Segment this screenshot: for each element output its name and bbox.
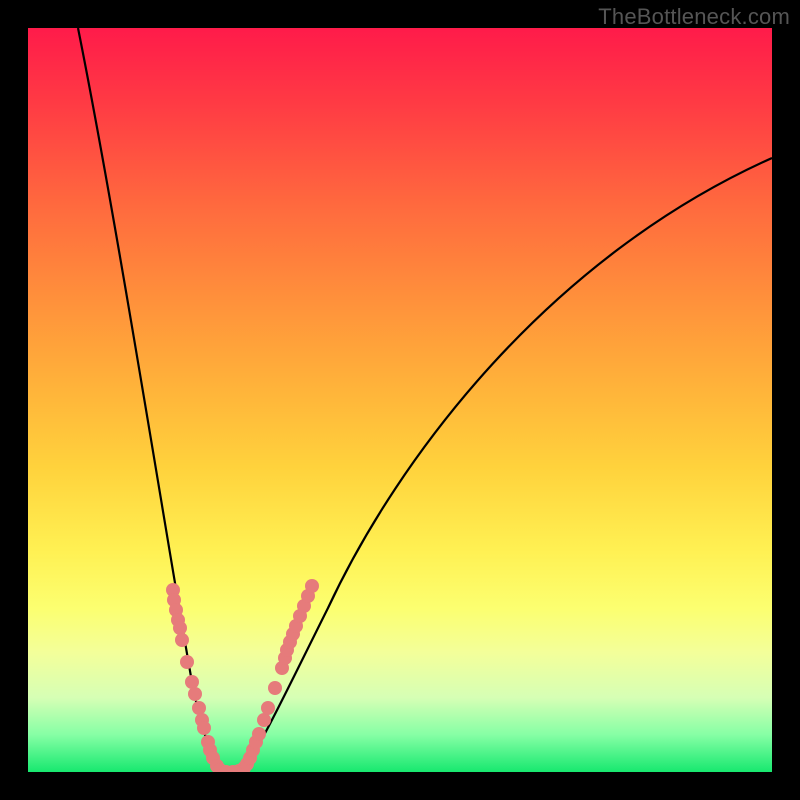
chart-svg	[28, 28, 772, 772]
left-curve	[78, 28, 228, 772]
dot	[257, 713, 271, 727]
dot	[188, 687, 202, 701]
dot	[305, 579, 319, 593]
right-curve	[238, 158, 772, 772]
dot	[197, 721, 211, 735]
dot	[173, 621, 187, 635]
dot	[252, 727, 266, 741]
dots-group	[166, 579, 319, 772]
dot	[268, 681, 282, 695]
dot	[261, 701, 275, 715]
dot	[192, 701, 206, 715]
dot	[185, 675, 199, 689]
watermark-text: TheBottleneck.com	[598, 4, 790, 30]
dot	[175, 633, 189, 647]
dot	[180, 655, 194, 669]
chart-plot-area	[28, 28, 772, 772]
